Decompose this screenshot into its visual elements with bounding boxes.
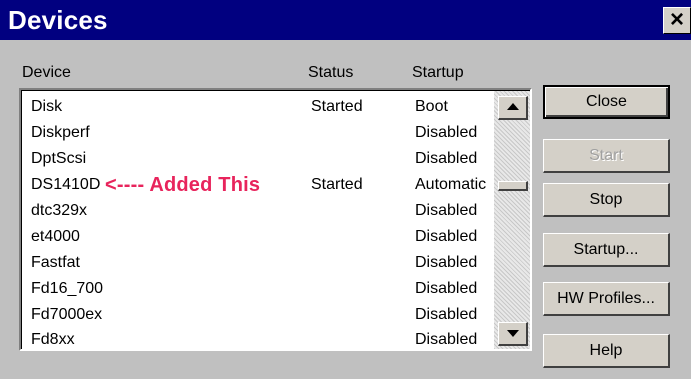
title-bar[interactable]: Devices ×	[0, 0, 691, 40]
column-header-status: Status	[308, 64, 354, 81]
stop-button[interactable]: Stop	[543, 183, 670, 217]
device-startup: Disabled	[415, 331, 478, 348]
list-item[interactable]: DptScsi Disabled	[22, 146, 492, 172]
device-status: Started	[311, 176, 363, 193]
scroll-up-arrow-icon	[507, 103, 519, 110]
hw-profiles-button[interactable]: HW Profiles...	[543, 282, 670, 316]
list-item[interactable]: DS1410D <---- Added This Started Automat…	[22, 172, 492, 198]
close-button[interactable]: Close	[543, 85, 670, 119]
list-item[interactable]: et4000 Disabled	[22, 224, 492, 250]
device-startup: Disabled	[415, 280, 478, 297]
device-list[interactable]: Disk Started Boot Diskperf Disabled DptS…	[19, 88, 532, 351]
window-title: Devices	[8, 5, 108, 35]
device-startup: Automatic	[415, 176, 487, 193]
scroll-down-button[interactable]	[498, 322, 528, 346]
column-header-device: Device	[22, 64, 71, 81]
startup-button[interactable]: Startup...	[543, 233, 670, 267]
devices-dialog: Devices × Device Status Startup Disk Sta…	[0, 0, 691, 379]
scrollbar-thumb[interactable]	[498, 181, 528, 191]
device-name: Fastfat	[31, 254, 80, 271]
list-item[interactable]: Fastfat Disabled	[22, 250, 492, 276]
device-status: Started	[311, 98, 363, 115]
device-name: et4000	[31, 228, 80, 245]
device-startup: Disabled	[415, 306, 478, 323]
device-startup: Boot	[415, 98, 448, 115]
device-startup: Disabled	[415, 254, 478, 271]
list-item[interactable]: Diskperf Disabled	[22, 120, 492, 146]
device-name: Disk	[31, 98, 63, 115]
device-name: Fd16_700	[31, 280, 104, 297]
device-startup: Disabled	[415, 150, 478, 167]
device-startup: Disabled	[415, 228, 478, 245]
scroll-down-arrow-icon	[507, 330, 519, 337]
device-startup: Disabled	[415, 202, 478, 219]
device-name: DptScsi	[31, 150, 87, 167]
list-item[interactable]: Fd8xx Disabled	[22, 327, 492, 349]
list-item[interactable]: dtc329x Disabled	[22, 198, 492, 224]
list-item[interactable]: Disk Started Boot	[22, 94, 492, 120]
help-button[interactable]: Help	[543, 334, 670, 368]
device-name: dtc329x	[31, 202, 88, 219]
device-name: Diskperf	[31, 124, 90, 141]
scroll-up-button[interactable]	[498, 96, 528, 120]
device-name: Fd8xx	[31, 331, 75, 348]
list-item[interactable]: Fd16_700 Disabled	[22, 276, 492, 302]
added-annotation: <---- Added This	[105, 174, 261, 196]
vertical-scrollbar[interactable]	[494, 91, 530, 349]
device-name: Fd7000ex	[31, 306, 103, 323]
close-icon[interactable]: ×	[663, 7, 691, 34]
column-header-startup: Startup	[412, 64, 464, 81]
list-item[interactable]: Fd7000ex Disabled	[22, 302, 492, 328]
device-name: DS1410D	[31, 176, 101, 193]
start-button[interactable]: Start	[543, 139, 670, 173]
device-list-body: Disk Started Boot Diskperf Disabled DptS…	[21, 90, 530, 349]
device-startup: Disabled	[415, 124, 478, 141]
